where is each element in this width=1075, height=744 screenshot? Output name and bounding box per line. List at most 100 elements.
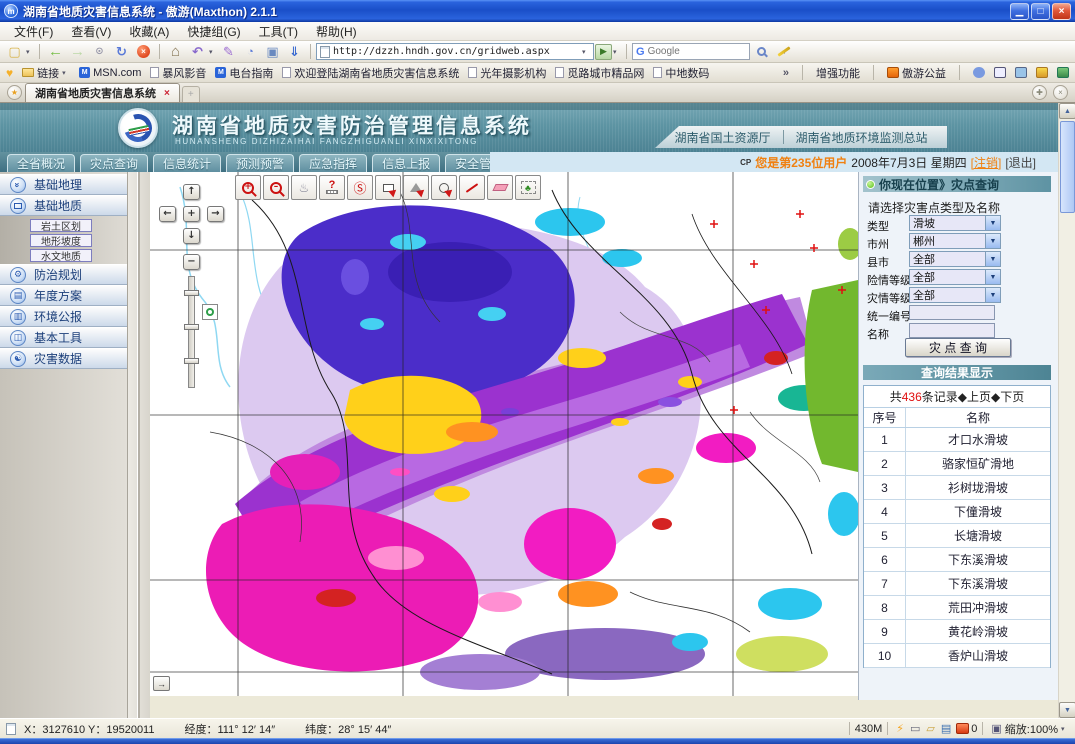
address-bar[interactable]: ▾	[316, 43, 594, 60]
book-icon[interactable]: ▤	[941, 722, 951, 735]
notes-icon[interactable]	[1015, 67, 1027, 78]
link-land-resources[interactable]: 湖南省国土资源厅	[674, 129, 770, 146]
forward-icon[interactable]: →	[67, 43, 88, 61]
close-button[interactable]: ×	[1052, 3, 1071, 20]
table-row[interactable]: 9黄花岭滑坡	[864, 620, 1050, 644]
table-row[interactable]: 10香炉山滑坡	[864, 644, 1050, 668]
type-select[interactable]: 滑坡▼	[909, 215, 1001, 231]
submenu-rock-soil-zoning[interactable]: 岩土区划	[30, 219, 92, 232]
tab-forecast-warning[interactable]: 预测预警	[226, 154, 294, 172]
link-zhongdi[interactable]: 中地数码	[653, 65, 709, 81]
sidebar-item-disaster-data[interactable]: ☯ 灾害数据	[0, 348, 127, 369]
refresh-icon[interactable]: ↻	[111, 43, 132, 61]
sidebar-item-environment-bulletin[interactable]: ▥ 环境公报	[0, 306, 127, 327]
minimize-button[interactable]: ▁	[1010, 3, 1029, 20]
enhance-button[interactable]: 增强功能	[816, 65, 860, 81]
home-icon[interactable]: ⌂	[165, 43, 186, 61]
download-icon[interactable]: ⇓	[284, 43, 305, 61]
pan-center-button[interactable]: +	[183, 206, 200, 222]
tab-emergency-command[interactable]: 应急指挥	[299, 154, 367, 172]
page-scrollbar[interactable]: ▲ ▼	[1058, 103, 1075, 718]
tab-province-overview[interactable]: 全省概况	[7, 154, 75, 172]
unified-id-input[interactable]	[909, 305, 995, 320]
exit-link[interactable]: [退出]	[1005, 154, 1036, 171]
table-row[interactable]: 7下东溪滑坡	[864, 572, 1050, 596]
table-row[interactable]: 8荒田冲滑坡	[864, 596, 1050, 620]
table-row[interactable]: 2骆家恒矿滑地	[864, 452, 1050, 476]
splitter-grip[interactable]	[137, 172, 140, 718]
full-extent-tool[interactable]: ♣	[515, 175, 541, 200]
go-dropdown-icon[interactable]: ▾	[613, 48, 621, 56]
chevron-down-icon[interactable]: ▼	[985, 215, 1001, 231]
pan-down-button[interactable]: ↓	[183, 228, 200, 244]
pan-left-button[interactable]: ←	[159, 206, 176, 222]
chevron-down-icon[interactable]: ▼	[985, 233, 1001, 249]
rect-select-tool[interactable]	[375, 175, 401, 200]
new-page-icon[interactable]: ▢	[4, 43, 25, 61]
sidebar-item-annual-plan[interactable]: ▤ 年度方案	[0, 285, 127, 306]
sidebar-item-basic-geology[interactable]: 基础地质	[0, 195, 127, 216]
favorites-star-icon[interactable]: ★	[7, 85, 22, 100]
map-scroll-right-button[interactable]: →	[153, 676, 170, 691]
zoom-minus-button[interactable]: −	[183, 254, 200, 270]
back-icon[interactable]: ←	[45, 43, 66, 61]
sidebar-item-basic-tools[interactable]: ◫ 基本工具	[0, 327, 127, 348]
menu-file[interactable]: 文件(F)	[6, 22, 61, 41]
prev-page-link[interactable]: ◆上页	[958, 388, 991, 405]
zoom-out-tool[interactable]: –	[263, 175, 289, 200]
table-row[interactable]: 3衫树垅滑坡	[864, 476, 1050, 500]
search-icon[interactable]	[751, 43, 772, 61]
zoom-slider-knob[interactable]	[184, 324, 199, 330]
wand-icon[interactable]: ✎	[218, 43, 239, 61]
name-input[interactable]	[909, 323, 995, 338]
disaster-level-select[interactable]: 全部▼	[909, 287, 1001, 303]
scrollbar-thumb[interactable]	[1060, 121, 1075, 213]
table-row[interactable]: 6下东溪滑坡	[864, 548, 1050, 572]
tab-statistics[interactable]: 信息统计	[153, 154, 221, 172]
scroll-down-icon[interactable]: ▼	[1059, 702, 1075, 718]
polygon-select-tool[interactable]	[403, 175, 429, 200]
link-msn[interactable]: MMSN.com	[79, 67, 141, 79]
menu-help[interactable]: 帮助(H)	[308, 22, 365, 41]
window-icon[interactable]: ▭	[910, 722, 920, 735]
pan-tool[interactable]: ♨	[291, 175, 317, 200]
dropdown-icon[interactable]: ⊙	[89, 43, 110, 61]
zoom-dropdown-icon[interactable]: ▾	[1061, 725, 1069, 733]
highlighter-icon[interactable]	[773, 43, 794, 61]
folder-icon[interactable]: ▱	[926, 722, 934, 735]
window-titlebar[interactable]: m 湖南省地质灾害信息系统 - 傲游(Maxthon) 2.1.1 ▁ □ ×	[0, 0, 1075, 22]
city-select[interactable]: 郴州▼	[909, 233, 1001, 249]
zoom-level[interactable]: 缩放:100%	[1005, 721, 1058, 737]
county-select[interactable]: 全部▼	[909, 251, 1001, 267]
measure-tool[interactable]	[459, 175, 485, 200]
submenu-hydrogeology[interactable]: 水文地质	[30, 249, 92, 262]
url-input[interactable]	[333, 46, 579, 57]
table-row[interactable]: 4下僮滑坡	[864, 500, 1050, 524]
next-page-link[interactable]: ◆下页	[991, 388, 1024, 405]
go-icon[interactable]: ▶	[595, 44, 612, 60]
scale-tool[interactable]: Ⓢ	[347, 175, 373, 200]
active-browser-tab[interactable]: 湖南省地质灾害信息系统 ×	[25, 83, 180, 102]
sidebar-item-prevention-planning[interactable]: ⚙ 防治规划	[0, 264, 127, 285]
new-tab-button[interactable]: +	[182, 86, 200, 102]
messenger-icon[interactable]	[973, 67, 985, 78]
links-overflow-icon[interactable]: »	[783, 67, 789, 79]
eraser-tool[interactable]	[487, 175, 513, 200]
submenu-terrain-slope[interactable]: 地形坡度	[30, 234, 92, 247]
maxthon-charity-button[interactable]: 傲游公益	[887, 65, 946, 81]
new-page-dropdown-icon[interactable]: ▾	[26, 48, 34, 56]
menu-tools[interactable]: 工具(T)	[251, 22, 306, 41]
tab-disaster-query[interactable]: 灾点查询	[80, 154, 148, 172]
identify-tool[interactable]: ?	[319, 175, 345, 200]
zoom-in-tool[interactable]: +	[235, 175, 261, 200]
link-radio[interactable]: M电台指南	[215, 65, 273, 81]
paint-icon[interactable]	[1036, 67, 1048, 78]
chevron-down-icon[interactable]: ▼	[985, 251, 1001, 267]
link-city[interactable]: 觅路城市精品网	[555, 65, 644, 81]
window-split-icon[interactable]	[994, 67, 1006, 78]
sidebar-splitter[interactable]	[128, 172, 150, 718]
tab-close-all-icon[interactable]: ×	[1053, 85, 1068, 100]
chevron-down-icon[interactable]: ▼	[985, 287, 1001, 303]
zoom-slider-knob[interactable]	[184, 358, 199, 364]
tab-tools-icon[interactable]: ✚	[1032, 85, 1047, 100]
